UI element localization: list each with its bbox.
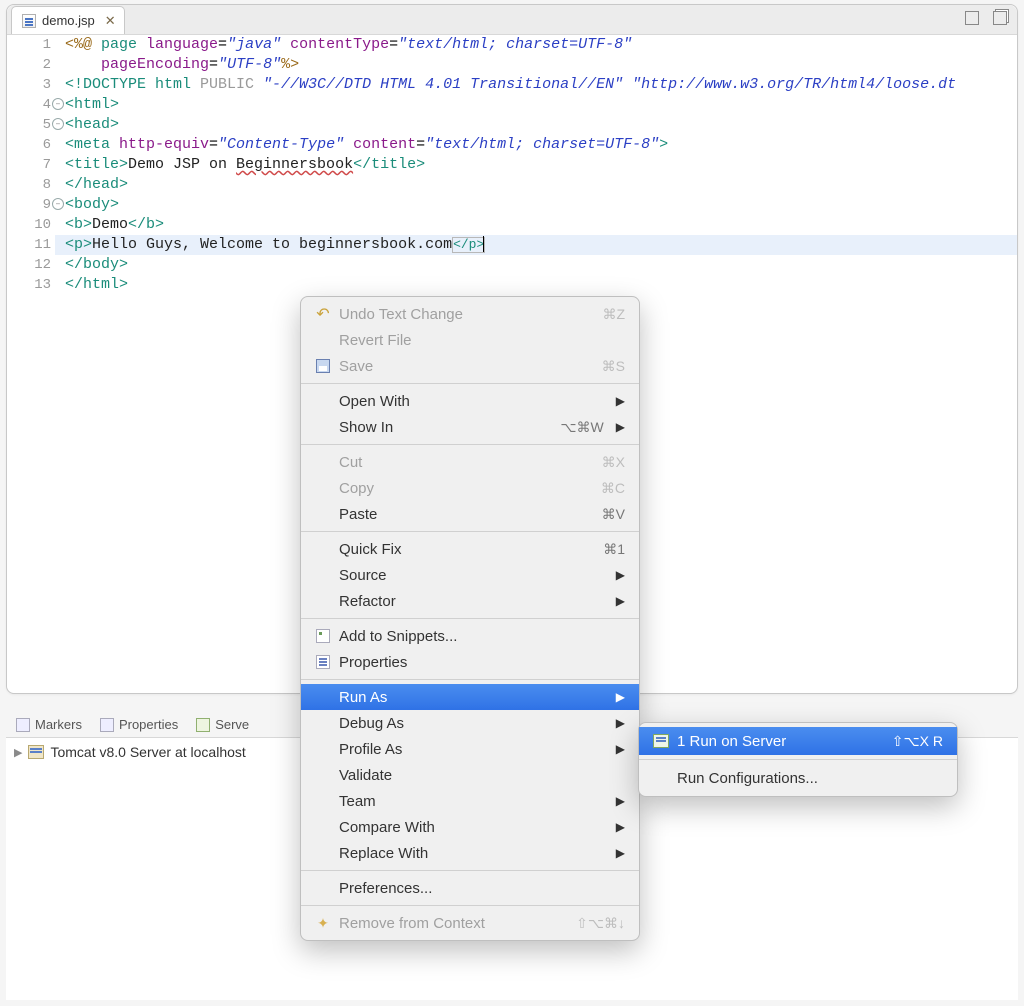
- remove-context-icon: ✦: [315, 915, 331, 931]
- submenu-arrow-icon: ▶: [616, 568, 625, 582]
- menu-separator: [301, 618, 639, 619]
- submenu-arrow-icon: ▶: [616, 690, 625, 704]
- current-line[interactable]: 11 <p>Hello Guys, Welcome to beginnersbo…: [7, 235, 1017, 255]
- ctx-run-as[interactable]: Run As ▶: [301, 684, 639, 710]
- line-number: 4: [43, 97, 51, 113]
- ctx-debug-as[interactable]: Debug As ▶: [301, 710, 639, 736]
- tab-properties[interactable]: Properties: [94, 717, 184, 732]
- ctx-copy[interactable]: Copy ⌘C: [301, 475, 639, 501]
- tomcat-server-icon: [28, 745, 44, 759]
- ctx-validate[interactable]: Validate: [301, 762, 639, 788]
- run-on-server-icon: [653, 733, 669, 749]
- editor-context-menu: ↶ Undo Text Change ⌘Z Revert File Save ⌘…: [300, 296, 640, 941]
- fold-icon[interactable]: –: [52, 198, 64, 210]
- line-number: 11: [34, 237, 51, 253]
- menu-separator: [301, 444, 639, 445]
- line-number: 13: [34, 277, 51, 293]
- snippets-icon: [315, 628, 331, 644]
- line-number: 9: [43, 197, 51, 213]
- submenu-arrow-icon: ▶: [616, 794, 625, 808]
- ctx-cut[interactable]: Cut ⌘X: [301, 449, 639, 475]
- menu-separator: [301, 905, 639, 906]
- text-cursor: [483, 236, 484, 252]
- ctx-replace-with[interactable]: Replace With ▶: [301, 840, 639, 866]
- submenu-run-on-server[interactable]: 1 Run on Server ⇧⌥X R: [639, 727, 957, 755]
- line-number: 5: [43, 117, 51, 133]
- properties-icon: [100, 718, 114, 732]
- ctx-revert-file[interactable]: Revert File: [301, 327, 639, 353]
- ctx-remove-from-context[interactable]: ✦ Remove from Context ⇧⌥⌘↓: [301, 910, 639, 936]
- tab-servers[interactable]: Serve: [190, 717, 255, 732]
- save-icon: [315, 358, 331, 374]
- submenu-arrow-icon: ▶: [616, 742, 625, 756]
- menu-separator: [301, 679, 639, 680]
- ctx-paste[interactable]: Paste ⌘V: [301, 501, 639, 527]
- ctx-show-in[interactable]: Show In ⌥⌘W ▶: [301, 414, 639, 440]
- submenu-arrow-icon: ▶: [616, 594, 625, 608]
- line-number: 10: [34, 217, 51, 233]
- undo-icon: ↶: [315, 306, 331, 322]
- editor-tab-demo-jsp[interactable]: demo.jsp ✕: [11, 6, 125, 34]
- menu-separator: [639, 759, 957, 760]
- ctx-profile-as[interactable]: Profile As ▶: [301, 736, 639, 762]
- tree-expand-icon[interactable]: ▶: [14, 746, 22, 759]
- ctx-refactor[interactable]: Refactor ▶: [301, 588, 639, 614]
- ctx-undo-text-change[interactable]: ↶ Undo Text Change ⌘Z: [301, 301, 639, 327]
- ctx-team[interactable]: Team ▶: [301, 788, 639, 814]
- maximize-view-icon[interactable]: [993, 11, 1007, 25]
- jsp-file-icon: [22, 14, 36, 28]
- submenu-arrow-icon: ▶: [616, 394, 625, 408]
- ctx-quick-fix[interactable]: Quick Fix ⌘1: [301, 536, 639, 562]
- fold-icon[interactable]: –: [52, 118, 64, 130]
- minimize-view-icon[interactable]: [965, 11, 979, 25]
- line-number: 3: [43, 77, 51, 93]
- properties-icon: [315, 654, 331, 670]
- editor-tab-bar: demo.jsp ✕: [7, 5, 1017, 35]
- line-number: 7: [43, 157, 51, 173]
- line-number: 1: [43, 37, 51, 53]
- submenu-arrow-icon: ▶: [616, 420, 625, 434]
- markers-icon: [16, 718, 30, 732]
- ctx-open-with[interactable]: Open With ▶: [301, 388, 639, 414]
- submenu-arrow-icon: ▶: [616, 820, 625, 834]
- line-number: 2: [43, 57, 51, 73]
- submenu-arrow-icon: ▶: [616, 846, 625, 860]
- ctx-save[interactable]: Save ⌘S: [301, 353, 639, 379]
- ctx-properties[interactable]: Properties: [301, 649, 639, 675]
- tab-filename: demo.jsp: [42, 13, 95, 28]
- tab-markers[interactable]: Markers: [10, 717, 88, 732]
- ctx-add-snippets[interactable]: Add to Snippets...: [301, 623, 639, 649]
- editor-window-controls: [965, 11, 1007, 25]
- ctx-source[interactable]: Source ▶: [301, 562, 639, 588]
- submenu-run-configurations[interactable]: Run Configurations...: [639, 764, 957, 792]
- ctx-preferences[interactable]: Preferences...: [301, 875, 639, 901]
- menu-separator: [301, 870, 639, 871]
- ctx-compare-with[interactable]: Compare With ▶: [301, 814, 639, 840]
- servers-icon: [196, 718, 210, 732]
- submenu-arrow-icon: ▶: [616, 716, 625, 730]
- line-number: 8: [43, 177, 51, 193]
- menu-separator: [301, 531, 639, 532]
- server-label: Tomcat v8.0 Server at localhost: [50, 744, 245, 760]
- closing-tag-box: </p>: [452, 237, 485, 253]
- menu-separator: [301, 383, 639, 384]
- line-number: 12: [34, 257, 51, 273]
- close-tab-icon[interactable]: ✕: [105, 13, 116, 29]
- line-number: 6: [43, 137, 51, 153]
- run-as-submenu: 1 Run on Server ⇧⌥X R Run Configurations…: [638, 722, 958, 797]
- fold-icon[interactable]: –: [52, 98, 64, 110]
